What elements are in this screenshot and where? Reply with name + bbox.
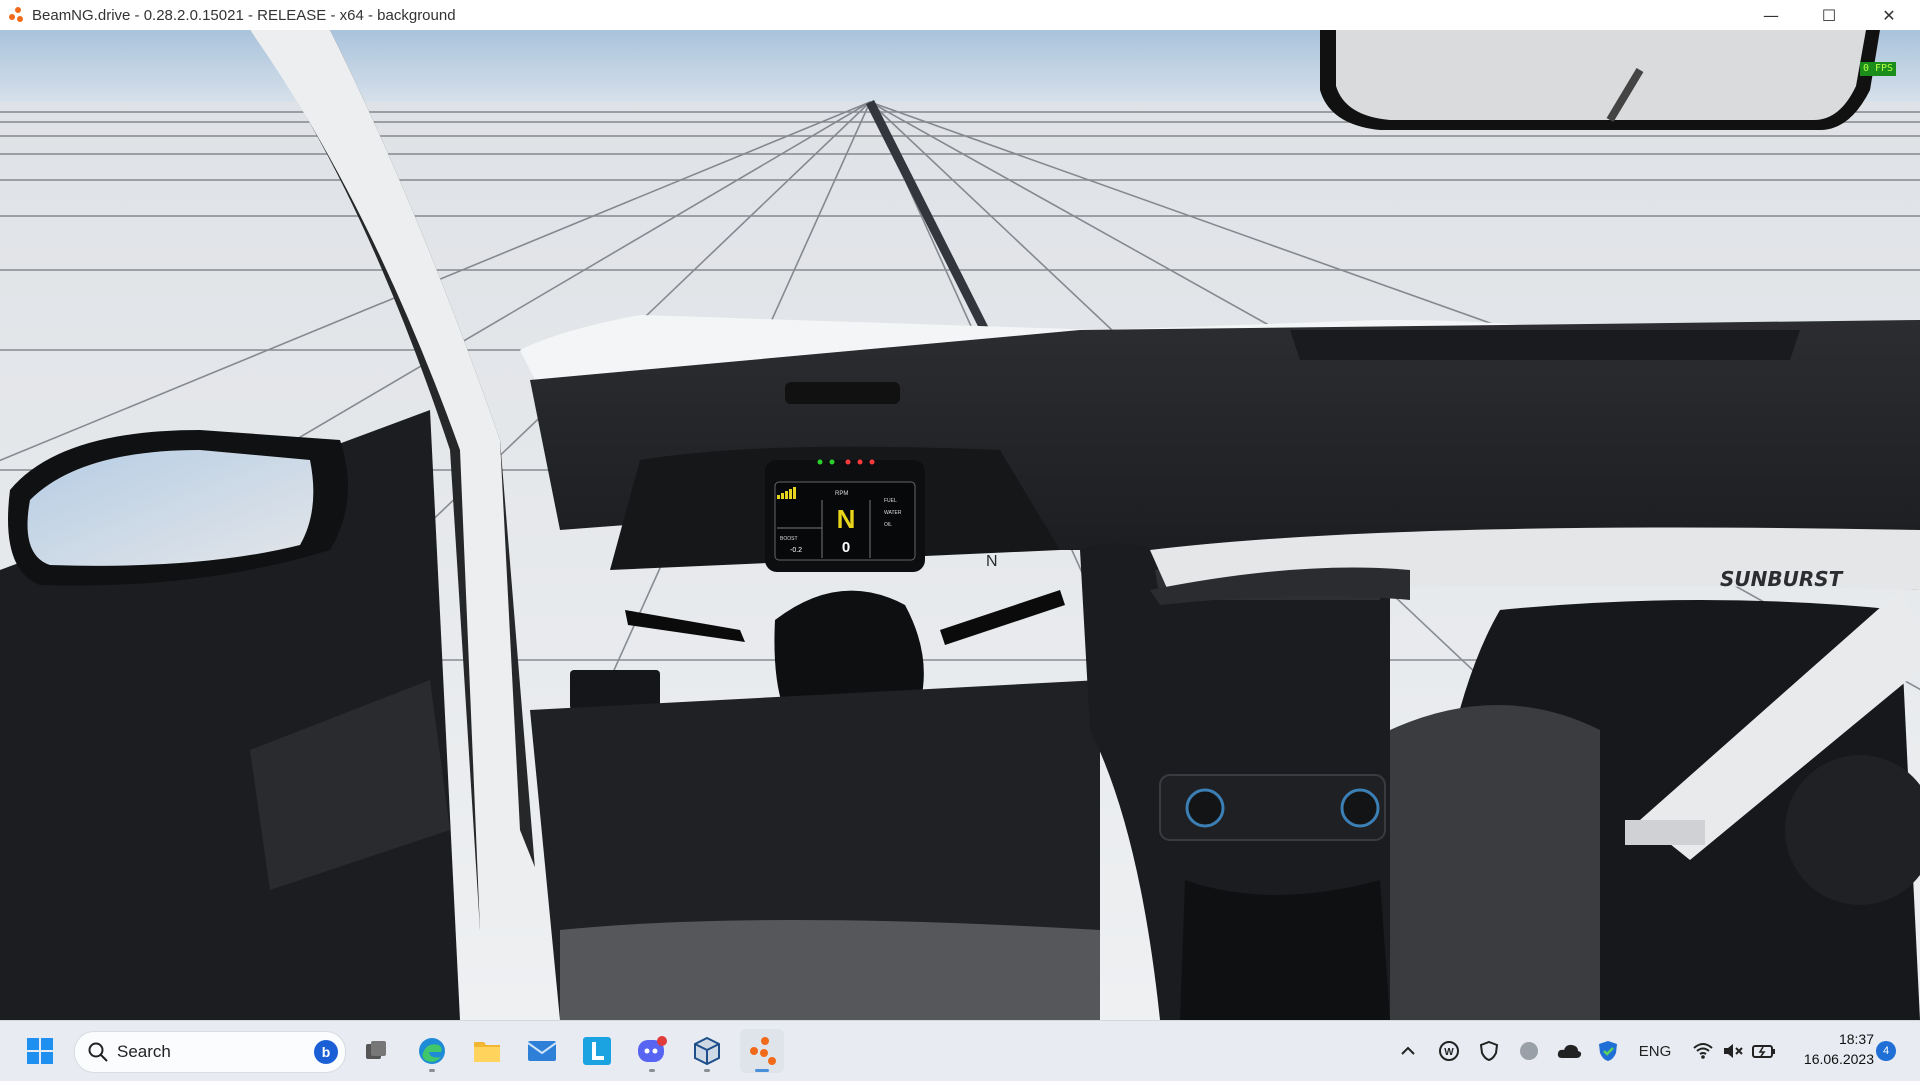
volume-button[interactable] xyxy=(1720,1037,1746,1065)
file-explorer-icon xyxy=(474,1042,500,1062)
wifi-button[interactable] xyxy=(1690,1037,1716,1065)
running-indicator xyxy=(429,1069,435,1072)
search-input[interactable]: Search b xyxy=(74,1031,346,1073)
game-viewport[interactable]: RPM N 0 BOOST -0.2 FUEL WATER OIL N SUNB… xyxy=(0,30,1920,1020)
mail-button[interactable] xyxy=(520,1029,564,1073)
tray-app-3[interactable] xyxy=(1516,1037,1542,1065)
oil-label: OIL xyxy=(884,522,892,528)
discord-button[interactable] xyxy=(630,1029,674,1073)
file-explorer-button[interactable] xyxy=(465,1029,509,1073)
discord-icon xyxy=(638,1036,667,1062)
tray-shield-icon xyxy=(1479,1040,1499,1062)
title-bar: BeamNG.drive - 0.28.2.0.15021 - RELEASE … xyxy=(0,0,1920,30)
taskbar: Search b W ENG 18:37 16.06.2023 4 xyxy=(0,1020,1920,1081)
boost-value: -0.2 xyxy=(790,547,802,554)
start-button[interactable] xyxy=(18,1029,62,1073)
show-hidden-icons-button[interactable] xyxy=(1396,1037,1420,1065)
virtualbox-button[interactable] xyxy=(685,1029,729,1073)
bing-icon: b xyxy=(314,1040,338,1064)
clock[interactable]: 18:37 16.06.2023 xyxy=(1788,1029,1874,1069)
svg-text:b: b xyxy=(322,1044,331,1060)
battery-charging-icon xyxy=(1752,1045,1775,1058)
language-indicator[interactable]: ENG xyxy=(1632,1037,1678,1065)
beamng-app-icon xyxy=(9,7,23,22)
gear-indicator: N xyxy=(837,504,856,534)
close-button[interactable]: ✕ xyxy=(1860,0,1918,30)
l-app-icon xyxy=(583,1037,611,1065)
maximize-button[interactable]: ☐ xyxy=(1800,0,1858,30)
window-title: BeamNG.drive - 0.28.2.0.15021 - RELEASE … xyxy=(32,6,456,24)
fps-counter: 0 FPS xyxy=(1860,62,1896,76)
boost-label: BOOST xyxy=(780,536,798,542)
l-app-button[interactable] xyxy=(575,1029,619,1073)
minimize-icon: — xyxy=(1763,5,1779,25)
task-view-icon xyxy=(366,1041,386,1059)
badge-text: SUNBURST xyxy=(1720,567,1844,591)
battery-button[interactable] xyxy=(1750,1037,1778,1065)
water-label: WATER xyxy=(884,510,902,516)
security-shield-icon xyxy=(1599,1041,1617,1061)
beamng-button[interactable] xyxy=(740,1029,784,1073)
volume-muted-icon xyxy=(1724,1044,1743,1058)
virtualbox-icon xyxy=(694,1036,720,1066)
active-indicator xyxy=(755,1069,769,1072)
wifi-icon xyxy=(1693,1043,1713,1059)
chevron-up-icon xyxy=(1401,1046,1415,1055)
minimize-button[interactable]: — xyxy=(1742,0,1800,30)
search-icon xyxy=(88,1042,108,1062)
speed-readout: 0 xyxy=(842,539,850,556)
rpm-label: RPM xyxy=(835,491,848,497)
edge-button[interactable] xyxy=(410,1029,454,1073)
cloud-icon xyxy=(1557,1044,1582,1058)
tray-app-1[interactable]: W xyxy=(1436,1037,1462,1065)
fuel-label: FUEL xyxy=(884,498,897,504)
windows-security-button[interactable] xyxy=(1594,1037,1622,1065)
task-view-button[interactable] xyxy=(354,1029,398,1073)
notification-badge[interactable]: 4 xyxy=(1876,1041,1896,1061)
running-indicator xyxy=(704,1069,710,1072)
instrument-cluster: RPM N 0 BOOST -0.2 FUEL WATER OIL N xyxy=(610,446,1060,572)
onedrive-button[interactable] xyxy=(1554,1037,1584,1065)
svg-text:W: W xyxy=(1444,1047,1454,1058)
tray-app-2[interactable] xyxy=(1476,1037,1502,1065)
search-placeholder: Search xyxy=(117,1042,171,1061)
rear-view-mirror xyxy=(1320,30,1880,130)
clock-date: 16.06.2023 xyxy=(1803,1051,1874,1067)
start-icon xyxy=(27,1038,53,1064)
maximize-icon: ☐ xyxy=(1821,5,1837,25)
beamng-icon xyxy=(750,1037,776,1065)
tray-w-icon: W xyxy=(1439,1041,1459,1061)
svg-text:N: N xyxy=(986,553,998,570)
mail-icon xyxy=(527,1041,557,1061)
tray-circle-icon xyxy=(1520,1042,1538,1060)
clock-time: 18:37 xyxy=(1838,1031,1874,1047)
close-icon: ✕ xyxy=(1882,5,1896,25)
edge-icon xyxy=(419,1038,445,1064)
running-indicator xyxy=(649,1069,655,1072)
